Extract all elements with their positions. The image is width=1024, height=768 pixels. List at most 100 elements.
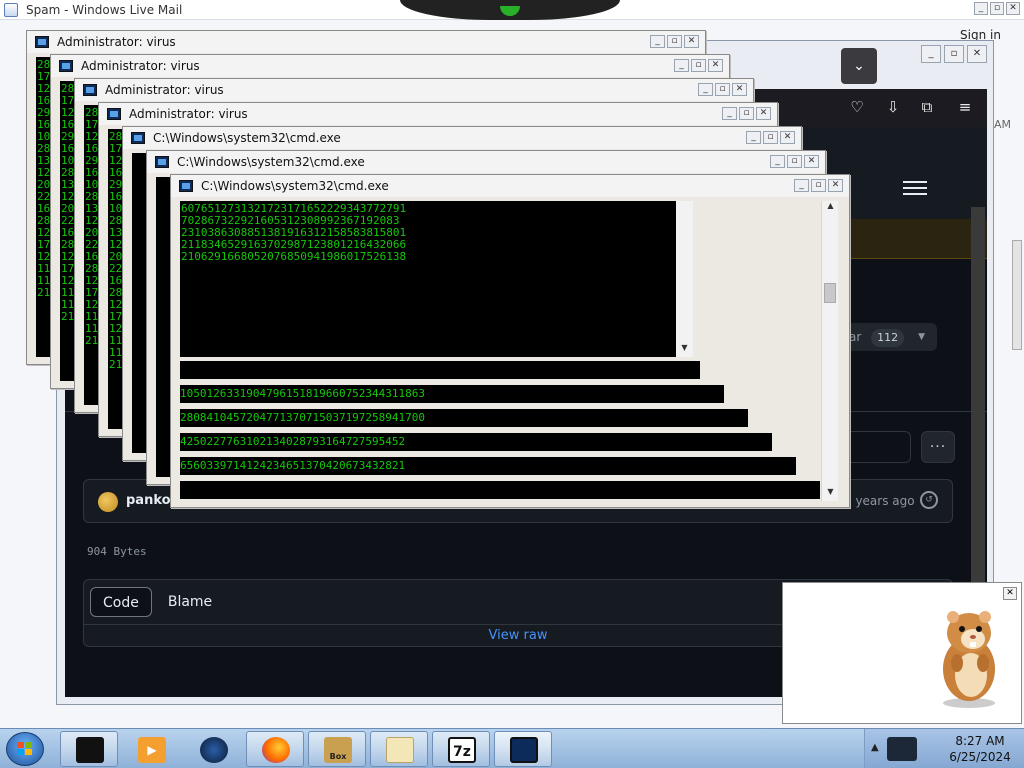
minimize-button[interactable]: _ <box>650 35 665 48</box>
commit-time: 3 years ago <box>844 494 915 508</box>
console-line: 1050126331904796151819660752344311863 <box>180 387 426 400</box>
console-title: Administrator: virus <box>81 59 200 73</box>
console-icon <box>83 84 97 96</box>
maximize-button[interactable]: ▫ <box>763 131 778 144</box>
taskbar-cmd-button[interactable] <box>494 731 552 767</box>
pocket-icon[interactable]: ♡ <box>847 97 867 117</box>
console-output-strip: 1050126331904796151819660752344311863 <box>180 385 724 403</box>
minimize-button[interactable]: _ <box>794 179 809 192</box>
taskbar-browser-orb-button[interactable] <box>184 731 242 767</box>
menu-icon[interactable]: ≡ <box>955 97 975 117</box>
wlm-scrollbar[interactable] <box>1012 240 1022 350</box>
close-button[interactable]: ✕ <box>756 107 771 120</box>
cmd-icon <box>510 737 538 763</box>
minimize-button[interactable]: _ <box>974 2 988 15</box>
taskbar-firefox-button[interactable] <box>246 731 304 767</box>
taskbar-terminal-button[interactable] <box>60 731 118 767</box>
browser-close-button[interactable]: ✕ <box>967 45 987 63</box>
close-button[interactable]: ✕ <box>684 35 699 48</box>
mail-icon <box>386 737 414 763</box>
maximize-button[interactable]: ▫ <box>715 83 730 96</box>
taskbar-box-game-button[interactable]: Box <box>308 731 366 767</box>
maximize-button[interactable]: ▫ <box>787 155 802 168</box>
console-titlebar: Administrator: virus _ ▫ ✕ <box>51 55 729 77</box>
wlm-title: Spam - Windows Live Mail <box>26 3 183 17</box>
clock-time[interactable]: 8:27 AM <box>945 734 1015 748</box>
minimize-button[interactable]: _ <box>698 83 713 96</box>
clock-date[interactable]: 6/25/2024 <box>945 750 1015 764</box>
console-output-strip: 4250227763102134028793164727595452 <box>180 433 772 451</box>
close-button[interactable]: ✕ <box>1006 2 1020 15</box>
console-scrollbar[interactable]: ▼ <box>676 201 693 357</box>
more-options-button[interactable]: ··· <box>921 431 955 463</box>
console-icon <box>131 132 145 144</box>
scroll-up-icon[interactable]: ▲ <box>822 201 839 215</box>
console-icon <box>107 108 121 120</box>
console-title: Administrator: virus <box>129 107 248 121</box>
console-icon <box>59 60 73 72</box>
partial-time-label: AM <box>994 118 1012 131</box>
download-icon[interactable]: ⇩ <box>883 97 903 117</box>
scroll-down-icon[interactable]: ▼ <box>676 343 693 357</box>
windows-logo-icon <box>17 742 32 755</box>
console-line: 4250227763102134028793164727595452 <box>180 435 406 448</box>
taskbar-media-player-button[interactable]: ▶ <box>122 731 180 767</box>
scroll-thumb[interactable] <box>824 283 836 303</box>
console-titlebar: Administrator: virus _ ▫ ✕ <box>27 31 705 53</box>
console-output-strip: 2808410457204771370715037197258941700 <box>180 409 748 427</box>
taskbar-mail-button[interactable] <box>370 731 428 767</box>
start-button[interactable] <box>6 732 44 766</box>
page-scrollbar[interactable] <box>971 207 985 597</box>
tab-list-button[interactable]: ⌄ <box>841 48 877 84</box>
minimize-button[interactable]: _ <box>746 131 761 144</box>
close-button[interactable]: ✕ <box>732 83 747 96</box>
console-line: 2808410457204771370715037197258941700 <box>180 411 426 424</box>
avatar[interactable] <box>98 492 118 512</box>
browser-orb-icon <box>200 737 228 763</box>
close-button[interactable]: ✕ <box>780 131 795 144</box>
hamster-popup-window[interactable]: ✕ <box>782 582 1022 724</box>
console-title: C:\Windows\system32\cmd.exe <box>153 131 341 145</box>
close-button[interactable]: ✕ <box>708 59 723 72</box>
maximize-button[interactable]: ▫ <box>667 35 682 48</box>
taskbar-7zip-button[interactable]: 7z <box>432 731 490 767</box>
extensions-icon[interactable]: ⧉ <box>917 97 937 117</box>
maximize-button[interactable]: ▫ <box>691 59 706 72</box>
console-scrollbar[interactable]: ▼ ▲ <box>821 201 838 501</box>
dancing-hamster-icon <box>943 611 995 708</box>
branch-count-badge: 112 <box>871 329 905 347</box>
firefox-icon <box>262 737 290 763</box>
minimize-button[interactable]: _ <box>770 155 785 168</box>
console-icon <box>35 36 49 48</box>
maximize-button[interactable]: ▫ <box>811 179 826 192</box>
path-input[interactable] <box>845 431 911 463</box>
console-titlebar: C:\Windows\system32\cmd.exe _ ▫ ✕ <box>123 127 801 149</box>
minimize-button[interactable]: _ <box>674 59 689 72</box>
mail-app-icon <box>4 3 18 17</box>
history-icon[interactable]: ↺ <box>920 491 938 509</box>
7zip-icon: 7z <box>448 737 476 763</box>
tab-blame[interactable]: Blame <box>156 587 224 617</box>
file-size: 904 Bytes <box>87 545 147 558</box>
restore-button[interactable]: ▫ <box>990 2 1004 15</box>
minimize-button[interactable]: _ <box>722 107 737 120</box>
console-window-front[interactable]: C:\Windows\system32\cmd.exe _ ▫ ✕ 60765127… <box>170 174 850 508</box>
hamburger-menu-icon[interactable] <box>903 181 927 195</box>
console-titlebar: Administrator: virus _ ▫ ✕ <box>99 103 777 125</box>
console-icon <box>155 156 169 168</box>
console-titlebar: C:\Windows\system32\cmd.exe _ ▫ ✕ <box>147 151 825 173</box>
browser-minimize-button[interactable]: _ <box>921 45 941 63</box>
close-button[interactable]: ✕ <box>828 179 843 192</box>
box-game-icon: Box <box>324 737 352 763</box>
show-hidden-icons-icon[interactable]: ▲ <box>871 742 879 753</box>
browser-maximize-button[interactable]: ▫ <box>944 45 964 63</box>
console-title: C:\Windows\system32\cmd.exe <box>201 179 389 193</box>
close-button[interactable]: ✕ <box>804 155 819 168</box>
maximize-button[interactable]: ▫ <box>739 107 754 120</box>
terminal-icon <box>76 737 104 763</box>
tab-code[interactable]: Code <box>90 587 152 617</box>
network-icon[interactable] <box>887 737 917 761</box>
close-button[interactable]: ✕ <box>1003 587 1017 600</box>
scroll-down-icon[interactable]: ▼ <box>822 487 839 501</box>
console-output: 6076512731321723171652229343772791 70286… <box>180 201 676 357</box>
